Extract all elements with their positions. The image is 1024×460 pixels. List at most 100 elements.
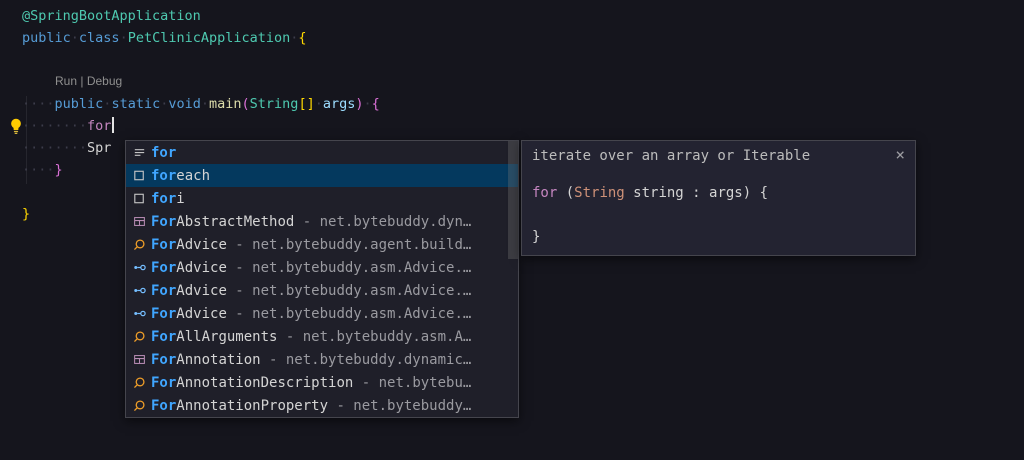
code-line-2[interactable]: public·class·PetClinicApplication·{ (22, 27, 380, 49)
close-icon[interactable]: × (893, 148, 907, 162)
codelens-run-link[interactable]: Run (55, 74, 77, 88)
docs-code-line: } (532, 226, 905, 248)
suggest-item-foradvice[interactable]: ForAdvice - net.bytebuddy.agent.build… (126, 233, 518, 256)
suggest-item-foradvice[interactable]: ForAdvice - net.bytebuddy.asm.Advice.… (126, 302, 518, 325)
suggest-detail-text: - net.bytebuddy.dynamic… (261, 352, 472, 368)
codelens: Run | Debug (22, 71, 380, 93)
codelens-debug-link[interactable]: Debug (87, 74, 122, 88)
suggest-match-text: For (151, 375, 176, 391)
struct-icon (132, 352, 151, 367)
code-token: { (372, 96, 380, 112)
suggest-item-for[interactable]: for (126, 141, 518, 164)
suggest-item-forallarguments[interactable]: ForAllArguments - net.bytebuddy.asm.A… (126, 325, 518, 348)
code-token: static (111, 96, 160, 112)
suggest-detail-text: - net.bytebu… (353, 375, 471, 391)
suggest-match-text: For (151, 260, 176, 276)
text-cursor (112, 117, 114, 133)
code-token: for (87, 118, 111, 134)
suggest-label-text: AllArguments (176, 329, 277, 345)
code-line-1[interactable]: @SpringBootApplication (22, 5, 380, 27)
suggest-label-text: Advice (176, 237, 227, 253)
code-token: · (315, 96, 323, 112)
suggest-match-text: For (151, 306, 176, 322)
suggest-match-text: for (151, 191, 176, 207)
scrollbar-thumb[interactable] (508, 141, 518, 259)
suggest-item-foradvice[interactable]: ForAdvice - net.bytebuddy.asm.Advice.… (126, 279, 518, 302)
code-token: Spr (87, 140, 111, 156)
code-token: for (532, 185, 557, 201)
code-token: } (532, 229, 540, 245)
code-token: ···· (22, 96, 55, 112)
suggest-docs-panel: iterate over an array or Iterable × for … (521, 140, 916, 256)
code-token: public (55, 96, 104, 112)
code-token: class (79, 30, 120, 46)
box-icon (132, 191, 151, 206)
suggest-widget: forforeachforiForAbstractMethod - net.by… (125, 140, 519, 418)
code-token: String (250, 96, 299, 112)
code-token: PetClinicApplication (128, 30, 291, 46)
suggest-label-text: AnnotationProperty (176, 398, 328, 414)
class-icon (132, 329, 151, 344)
box-icon (132, 168, 151, 183)
suggest-match-text: For (151, 237, 176, 253)
suggest-match-text: for (151, 168, 176, 184)
code-token: ········ (22, 140, 87, 156)
interface-icon (132, 306, 151, 321)
suggest-item-forabstractmethod[interactable]: ForAbstractMethod - net.bytebuddy.dyn… (126, 210, 518, 233)
suggest-item-fori[interactable]: fori (126, 187, 518, 210)
suggest-list: forforeachforiForAbstractMethod - net.by… (126, 141, 518, 417)
docs-summary: iterate over an array or Iterable (532, 148, 810, 164)
suggest-label-text: AbstractMethod (176, 214, 294, 230)
code-line-3[interactable] (22, 49, 380, 71)
snippet-icon (132, 145, 151, 160)
suggest-item-forannotationdescription[interactable]: ForAnnotationDescription - net.bytebu… (126, 371, 518, 394)
suggest-item-forannotationproperty[interactable]: ForAnnotationProperty - net.bytebuddy… (126, 394, 518, 417)
code-token: } (22, 206, 30, 222)
suggest-item-forannotation[interactable]: ForAnnotation - net.bytebuddy.dynamic… (126, 348, 518, 371)
suggest-item-foradvice[interactable]: ForAdvice - net.bytebuddy.asm.Advice.… (126, 256, 518, 279)
code-token: @SpringBootApplication (22, 8, 201, 24)
docs-code-line: for (String string : args) { (532, 182, 905, 204)
interface-icon (132, 283, 151, 298)
code-token: · (201, 96, 209, 112)
code-token: ) (355, 96, 363, 112)
code-token: args (323, 96, 356, 112)
code-token: { (298, 30, 306, 46)
code-token: · (71, 30, 79, 46)
code-line-5[interactable]: ····public·static·void·main(String[]·arg… (22, 93, 380, 115)
suggest-match-text: For (151, 283, 176, 299)
code-token: ( (557, 185, 574, 201)
code-token: main (209, 96, 242, 112)
code-token: ( (242, 96, 250, 112)
suggest-detail-text: - net.bytebuddy.asm.Advice.… (227, 283, 471, 299)
docs-code-line (532, 204, 905, 226)
suggest-scrollbar[interactable] (508, 141, 518, 417)
vscode-editor-window: @SpringBootApplicationpublic·class·PetCl… (0, 0, 1024, 460)
suggest-detail-text: - net.bytebuddy.asm.Advice.… (227, 306, 471, 322)
code-token: ········ (22, 118, 87, 134)
suggest-item-foreach[interactable]: foreach (126, 164, 518, 187)
suggest-detail-text: - net.bytebuddy.asm.Advice.… (227, 260, 471, 276)
code-token: · (120, 30, 128, 46)
code-token: · (364, 96, 372, 112)
suggest-match-text: For (151, 214, 176, 230)
suggest-label-text: Annotation (176, 352, 260, 368)
suggest-label-text: i (176, 191, 184, 207)
code-token: ···· (22, 162, 55, 178)
codelens-separator: | (77, 74, 87, 88)
code-token: [] (298, 96, 314, 112)
code-token: public (22, 30, 71, 46)
code-token: } (55, 162, 63, 178)
suggest-label-text: each (176, 168, 210, 184)
code-token: String (574, 185, 625, 201)
docs-code-snippet: for (String string : args) {} (522, 164, 915, 248)
suggest-label-text: Advice (176, 260, 227, 276)
suggest-match-text: For (151, 329, 176, 345)
class-icon (132, 237, 151, 252)
code-line-6[interactable]: ········for (22, 115, 380, 137)
suggest-label-text: Advice (176, 306, 227, 322)
struct-icon (132, 214, 151, 229)
suggest-detail-text: - net.bytebuddy… (328, 398, 471, 414)
suggest-match-text: for (151, 145, 176, 161)
suggest-detail-text: - net.bytebuddy.dyn… (294, 214, 471, 230)
